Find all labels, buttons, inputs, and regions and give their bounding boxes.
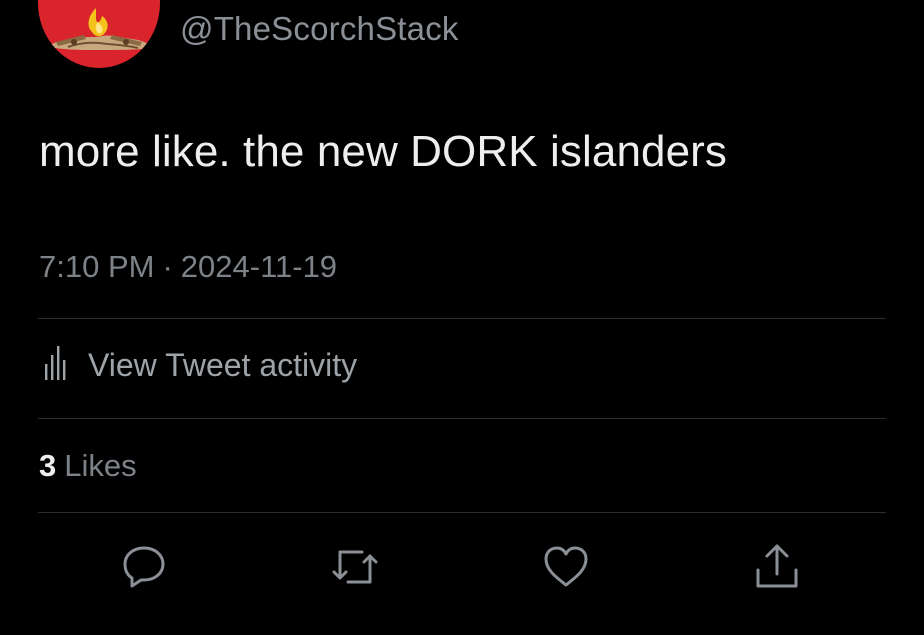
- bar-chart-icon: [44, 345, 66, 385]
- reply-icon: [123, 546, 165, 588]
- retweet-icon: [332, 550, 378, 584]
- view-tweet-activity-label: View Tweet activity: [88, 346, 358, 383]
- reply-button[interactable]: [117, 540, 171, 594]
- tweet-time[interactable]: 7:10 PM: [39, 249, 154, 284]
- meta-separator: ·: [162, 249, 173, 284]
- tweet-timestamp: 7:10 PM · 2024-11-19: [39, 249, 337, 285]
- divider: [38, 318, 886, 319]
- likes-count: 3: [39, 448, 57, 483]
- tweet-date[interactable]: 2024-11-19: [181, 249, 337, 284]
- like-button[interactable]: [539, 540, 593, 594]
- share-button[interactable]: [750, 540, 804, 594]
- tweet-text: more like. the new DORK islanders: [39, 127, 728, 176]
- divider: [38, 512, 886, 513]
- bonfire-logo-icon: [48, 8, 152, 50]
- retweet-button[interactable]: [328, 540, 382, 594]
- share-icon: [756, 544, 798, 588]
- user-handle[interactable]: @TheScorchStack: [180, 10, 459, 48]
- like-icon: [544, 546, 588, 587]
- avatar[interactable]: [38, 0, 160, 68]
- likes-label: Likes: [64, 448, 137, 483]
- view-tweet-activity-button[interactable]: View Tweet activity: [44, 344, 357, 386]
- divider: [38, 418, 886, 419]
- likes-count-link[interactable]: 3 Likes: [39, 448, 137, 484]
